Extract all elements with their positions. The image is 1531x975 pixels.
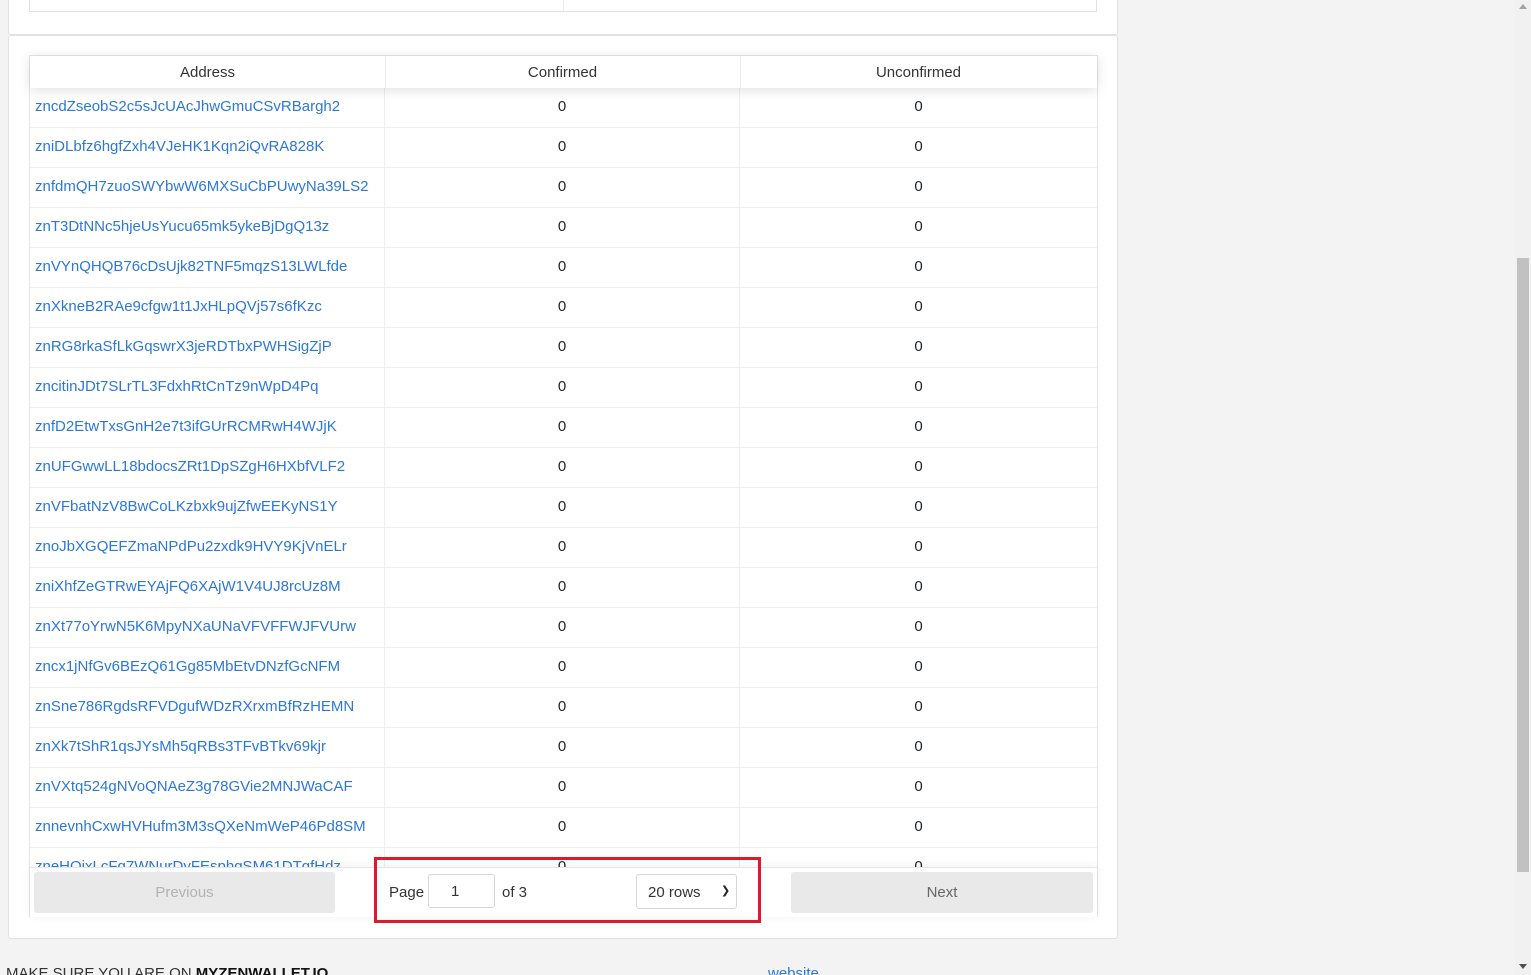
- unconfirmed-value: 0: [914, 138, 923, 155]
- unconfirmed-value: 0: [914, 418, 923, 435]
- addresses-table: Address Confirmed Unconfirmed zncdZseobS…: [29, 55, 1098, 917]
- table-row: znXk7tShR1qsJYsMh5qRBs3TFvBTkv69kjr 0 0: [30, 728, 1097, 768]
- table-row: znoJbXGQEFZmaNPdPu2zxdk9HVY9KjVnELr 0 0: [30, 528, 1097, 568]
- unconfirmed-value: 0: [914, 538, 923, 555]
- table-row: znT3DtNNc5hjeUsYucu65mk5ykeBjDgQ13z 0 0: [30, 208, 1097, 248]
- domain-warning: MAKE SURE YOU ARE ON MYZENWALLET.IO: [6, 965, 328, 975]
- scroll-down-arrow-icon[interactable]: [1519, 964, 1527, 969]
- unconfirmed-value: 0: [914, 498, 923, 515]
- address-link[interactable]: znXk7tShR1qsJYsMh5qRBs3TFvBTkv69kjr: [30, 728, 385, 767]
- address-link[interactable]: znfdmQH7zuoSWYbwW6MXSuCbPUwyNa39LS2: [30, 168, 385, 207]
- unconfirmed-value: 0: [914, 258, 923, 275]
- unconfirmed-value: 0: [914, 458, 923, 475]
- previous-button[interactable]: Previous: [34, 872, 335, 913]
- unconfirmed-value: 0: [914, 778, 923, 795]
- table-row: znnevnhCxwHVHufm3M3sQXeNmWeP46Pd8SM 0 0: [30, 808, 1097, 848]
- confirmed-value: 0: [385, 488, 740, 527]
- table-header: Address Confirmed Unconfirmed: [30, 56, 1097, 88]
- table-row: zncx1jNfGv6BEzQ61Gg85MbEtvDNzfGcNFM 0 0: [30, 648, 1097, 688]
- unconfirmed-value: 0: [914, 738, 923, 755]
- table-row: zniDLbfz6hgfZxh4VJeHK1Kqn2iQvRA828K 0 0: [30, 128, 1097, 168]
- address-link[interactable]: znT3DtNNc5hjeUsYucu65mk5ykeBjDgQ13z: [30, 208, 385, 247]
- confirmed-value: 0: [385, 808, 740, 847]
- confirmed-value: 0: [385, 128, 740, 167]
- table-row: znSne786RgdsRFVDgufWDzRXrxmBfRzHEMN 0 0: [30, 688, 1097, 728]
- header-confirmed[interactable]: Confirmed: [385, 56, 741, 88]
- confirmed-value: 0: [385, 208, 740, 247]
- table-row: zniXhfZeGTRwEYAjFQ6XAjW1V4UJ8rcUz8M 0 0: [30, 568, 1097, 608]
- confirmed-value: 0: [385, 728, 740, 767]
- table-row: znVFbatNzV8BwCoLKzbxk9ujZfwEEKyNS1Y 0 0: [30, 488, 1097, 528]
- table-row: znVYnQHQB76cDsUjk82TNF5mqzS13LWLfde 0 0: [30, 248, 1097, 288]
- address-link[interactable]: znnevnhCxwHVHufm3M3sQXeNmWeP46Pd8SM: [30, 808, 385, 847]
- confirmed-value: 0: [385, 248, 740, 287]
- column-divider: [563, 0, 564, 11]
- address-link[interactable]: zniDLbfz6hgfZxh4VJeHK1Kqn2iQvRA828K: [30, 128, 385, 167]
- table-row: zncitinJDt7SLrTL3FdxhRtCnTz9nWpD4Pq 0 0: [30, 368, 1097, 408]
- table-row: zncdZseobS2c5sJcUAcJhwGmuCSvRBargh2 0 0: [30, 88, 1097, 128]
- next-button[interactable]: Next: [791, 872, 1093, 913]
- header-address[interactable]: Address: [30, 56, 386, 88]
- unconfirmed-value: 0: [914, 298, 923, 315]
- confirmed-value: 0: [385, 688, 740, 727]
- address-link[interactable]: znoJbXGQEFZmaNPdPu2zxdk9HVY9KjVnELr: [30, 528, 385, 567]
- address-link[interactable]: znVXtq524gNVoQNAeZ3g78GVie2MNJWaCAF: [30, 768, 385, 807]
- scroll-up-arrow-icon[interactable]: [1519, 4, 1527, 9]
- unconfirmed-value: 0: [914, 818, 923, 835]
- scrollbar-thumb[interactable]: [1517, 258, 1529, 872]
- confirmed-value: 0: [385, 768, 740, 807]
- address-link[interactable]: znUFGwwLL18bdocsZRt1DpSZgH6HXbfVLF2: [30, 448, 385, 487]
- address-link[interactable]: znXkneB2RAe9cfgw1t1JxHLpQVj57s6fKzc: [30, 288, 385, 327]
- domain-warning-domain: MYZENWALLET.IO: [195, 965, 329, 975]
- table-row: znRG8rkaSfLkGqswrX3jeRDTbxPWHSigZjP 0 0: [30, 328, 1097, 368]
- confirmed-value: 0: [385, 368, 740, 407]
- table-row: znXt77oYrwN5K6MpyNXaUNaVFVFFWJFVUrw 0 0: [30, 608, 1097, 648]
- confirmed-value: 0: [385, 528, 740, 567]
- address-link[interactable]: znVFbatNzV8BwCoLKzbxk9ujZfwEEKyNS1Y: [30, 488, 385, 527]
- address-link[interactable]: znSne786RgdsRFVDgufWDzRXrxmBfRzHEMN: [30, 688, 385, 727]
- address-link[interactable]: znXt77oYrwN5K6MpyNXaUNaVFVFFWJFVUrw: [30, 608, 385, 647]
- confirmed-value: 0: [385, 448, 740, 487]
- table-row: znfdmQH7zuoSWYbwW6MXSuCbPUwyNa39LS2 0 0: [30, 168, 1097, 208]
- address-link[interactable]: zniXhfZeGTRwEYAjFQ6XAjW1V4UJ8rcUz8M: [30, 568, 385, 607]
- table-row: znXkneB2RAe9cfgw1t1JxHLpQVj57s6fKzc 0 0: [30, 288, 1097, 328]
- address-link[interactable]: zncdZseobS2c5sJcUAcJhwGmuCSvRBargh2: [30, 88, 385, 127]
- footer: MAKE SURE YOU ARE ON MYZENWALLET.IO webs…: [0, 955, 1515, 975]
- address-link[interactable]: znVYnQHQB76cDsUjk82TNF5mqzS13LWLfde: [30, 248, 385, 287]
- unconfirmed-value: 0: [914, 98, 923, 115]
- table-row: znVXtq524gNVoQNAeZ3g78GVie2MNJWaCAF 0 0: [30, 768, 1097, 808]
- confirmed-value: 0: [385, 328, 740, 367]
- header-unconfirmed[interactable]: Unconfirmed: [740, 56, 1097, 88]
- unconfirmed-value: 0: [914, 698, 923, 715]
- address-link[interactable]: zncitinJDt7SLrTL3FdxhRtCnTz9nWpD4Pq: [30, 368, 385, 407]
- unconfirmed-value: 0: [914, 618, 923, 635]
- confirmed-value: 0: [385, 88, 740, 127]
- unconfirmed-value: 0: [914, 338, 923, 355]
- address-link[interactable]: znRG8rkaSfLkGqswrX3jeRDTbxPWHSigZjP: [30, 328, 385, 367]
- unconfirmed-value: 0: [914, 378, 923, 395]
- unconfirmed-value: 0: [914, 178, 923, 195]
- unconfirmed-value: 0: [914, 218, 923, 235]
- table-body: zncdZseobS2c5sJcUAcJhwGmuCSvRBargh2 0 0 zni…: [30, 88, 1097, 888]
- confirmed-value: 0: [385, 648, 740, 687]
- confirmed-value: 0: [385, 288, 740, 327]
- confirmed-value: 0: [385, 608, 740, 647]
- vertical-scrollbar[interactable]: [1515, 0, 1531, 975]
- confirmed-value: 0: [385, 408, 740, 447]
- table-row: znUFGwwLL18bdocsZRt1DpSZgH6HXbfVLF2 0 0: [30, 448, 1097, 488]
- unconfirmed-value: 0: [914, 578, 923, 595]
- top-table-remnant: [29, 0, 1097, 12]
- domain-warning-prefix: MAKE SURE YOU ARE ON: [6, 965, 196, 975]
- highlight-box: [374, 857, 761, 923]
- confirmed-value: 0: [385, 168, 740, 207]
- address-link[interactable]: zncx1jNfGv6BEzQ61Gg85MbEtvDNzfGcNFM: [30, 648, 385, 687]
- table-row: znfD2EtwTxsGnH2e7t3ifGUrRCMRwH4WJjK 0 0: [30, 408, 1097, 448]
- website-link[interactable]: website: [768, 965, 819, 975]
- unconfirmed-value: 0: [914, 658, 923, 675]
- confirmed-value: 0: [385, 568, 740, 607]
- address-link[interactable]: znfD2EtwTxsGnH2e7t3ifGUrRCMRwH4WJjK: [30, 408, 385, 447]
